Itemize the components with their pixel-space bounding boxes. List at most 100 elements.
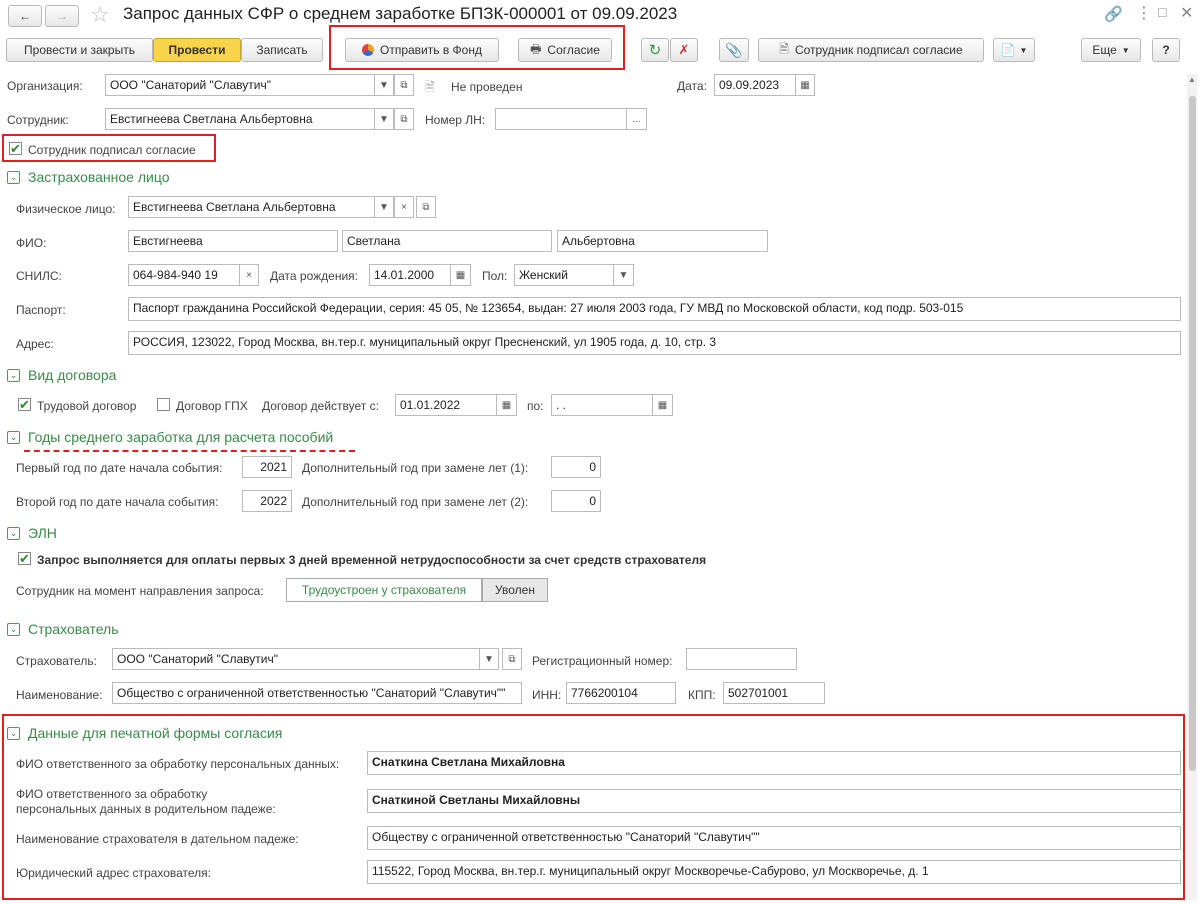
add-year2-field[interactable]: 0	[551, 490, 601, 512]
birth-label: Дата рождения:	[270, 269, 358, 283]
date-calendar-button[interactable]: ▦	[795, 74, 815, 96]
resp-label: ФИО ответственного за обработку персонал…	[16, 757, 340, 771]
attach-button[interactable]: 📎	[719, 38, 749, 62]
valid-to-field[interactable]: . .	[551, 394, 653, 416]
consent-button[interactable]: 🖶 Согласие	[518, 38, 612, 62]
resp-gen-label-line1: ФИО ответственного за обработку	[16, 787, 208, 801]
passport-field[interactable]: Паспорт гражданина Российской Федерации,…	[128, 297, 1181, 321]
employee-dropdown[interactable]: ▼	[374, 108, 394, 130]
employee-signed-button[interactable]: 🗎 Сотрудник подписал согласие	[758, 38, 984, 62]
open-icon: ⧉	[508, 653, 516, 665]
chevron-down-icon: ▼	[379, 79, 389, 91]
valid-from-label: Договор действует с:	[262, 399, 379, 413]
date-label: Дата:	[677, 79, 707, 93]
insurer-field[interactable]: ООО "Санаторий "Славутич"	[112, 648, 480, 670]
snils-clear-button[interactable]: ×	[239, 264, 259, 286]
clear-x-icon: ×	[246, 269, 252, 281]
gph-contract-label: Договор ГПХ	[176, 399, 248, 413]
back-button[interactable]: ←	[8, 5, 42, 27]
org-field[interactable]: ООО "Санаторий "Славутич"	[105, 74, 375, 96]
report-menu-button[interactable]: 📄 ▼	[993, 38, 1035, 62]
send-to-fund-button[interactable]: Отправить в Фонд	[345, 38, 499, 62]
scrollbar-up-arrow[interactable]: ▲	[1188, 75, 1196, 84]
post-button[interactable]: Провести	[153, 38, 241, 62]
favorite-star-icon[interactable]: ☆	[90, 2, 110, 28]
collapse-icon: ⌄	[7, 726, 20, 740]
add-year1-field[interactable]: 0	[551, 456, 601, 478]
insurer-name-field[interactable]: Общество с ограниченной ответственностью…	[112, 682, 522, 704]
employee-open-button[interactable]: ⧉	[394, 108, 414, 130]
org-dropdown[interactable]: ▼	[374, 74, 394, 96]
reg-number-field[interactable]	[686, 648, 797, 670]
gender-label: Пол:	[482, 269, 508, 283]
resp-gen-field[interactable]: Снаткиной Светланы Михайловны	[367, 789, 1181, 813]
post-and-close-button[interactable]: Провести и закрыть	[6, 38, 153, 62]
collapse-icon: ⌄	[7, 368, 20, 382]
last-name-field[interactable]: Евстигнеева	[128, 230, 338, 252]
section-contract[interactable]: ⌄ Вид договора	[7, 367, 116, 383]
first-year-label: Первый год по дате начала события:	[16, 461, 223, 475]
address-field[interactable]: РОССИЯ, 123022, Город Москва, вн.тер.г. …	[128, 331, 1181, 355]
document-status-icon: 🗎	[425, 80, 435, 94]
snils-field[interactable]: 064-984-940 19	[128, 264, 240, 286]
valid-to-calendar-button[interactable]: ▦	[652, 394, 673, 416]
collapse-icon: ⌄	[7, 622, 20, 636]
first-name-field[interactable]: Светлана	[342, 230, 552, 252]
second-year-field[interactable]: 2022	[242, 490, 292, 512]
person-dropdown[interactable]: ▼	[374, 196, 394, 218]
person-clear-button[interactable]: ×	[394, 196, 414, 218]
middle-name-field[interactable]: Альбертовна	[557, 230, 768, 252]
gender-dropdown[interactable]: ▼	[613, 264, 634, 286]
inn-label: ИНН:	[532, 688, 562, 702]
labor-contract-checkbox[interactable]: ✔	[18, 398, 31, 411]
refresh-button[interactable]: ↻	[641, 38, 669, 62]
kpp-field[interactable]: 502701001	[723, 682, 825, 704]
close-icon[interactable]: ✕	[1180, 3, 1193, 23]
insurer-open-button[interactable]: ⧉	[502, 648, 522, 670]
forward-button[interactable]: →	[45, 5, 79, 27]
ln-select-button[interactable]: ...	[626, 108, 647, 130]
chevron-down-icon: ▼	[618, 269, 629, 281]
collapse-icon: ⌄	[7, 430, 20, 444]
inn-field[interactable]: 7766200104	[566, 682, 676, 704]
calendar-icon: ▦	[455, 269, 466, 281]
chevron-down-icon: ▼	[484, 653, 494, 665]
gender-field[interactable]: Женский	[514, 264, 614, 286]
more-button[interactable]: Еще ▼	[1081, 38, 1141, 62]
person-open-button[interactable]: ⧉	[416, 196, 436, 218]
section-insurer[interactable]: ⌄ Страхователь	[7, 621, 119, 637]
status-text: Не проведен	[451, 80, 523, 94]
printer-icon: 🖶	[530, 41, 542, 56]
birth-calendar-button[interactable]: ▦	[450, 264, 471, 286]
legal-addr-label: Юридический адрес страхователя:	[16, 866, 211, 880]
birth-field[interactable]: 14.01.2000	[369, 264, 451, 286]
org-open-button[interactable]: ⧉	[394, 74, 414, 96]
first-year-field[interactable]: 2021	[242, 456, 292, 478]
link-icon[interactable]: 🔗	[1104, 5, 1123, 23]
gph-contract-checkbox[interactable]	[157, 398, 170, 411]
maximize-icon[interactable]: □	[1158, 4, 1166, 20]
scrollbar-thumb[interactable]	[1189, 96, 1196, 771]
ln-field[interactable]	[495, 108, 627, 130]
valid-from-calendar-button[interactable]: ▦	[496, 394, 517, 416]
section-insured[interactable]: ⌄ Застрахованное лицо	[7, 169, 169, 185]
section-years[interactable]: ⌄ Годы среднего заработка для расчета пос…	[7, 429, 333, 445]
fired-toggle[interactable]: Уволен	[482, 578, 548, 602]
employed-toggle[interactable]: Трудоустроен у страхователя	[286, 578, 482, 602]
clear-button[interactable]: ✗	[670, 38, 698, 62]
section-print[interactable]: ⌄ Данные для печатной формы согласия	[7, 725, 282, 741]
date-field[interactable]: 09.09.2023	[714, 74, 796, 96]
resp-field[interactable]: Снаткина Светлана Михайловна	[367, 751, 1181, 775]
insurer-dropdown[interactable]: ▼	[479, 648, 499, 670]
employee-field[interactable]: Евстигнеева Светлана Альбертовна	[105, 108, 375, 130]
legal-addr-field[interactable]: 115522, Город Москва, вн.тер.г. муниципа…	[367, 860, 1181, 884]
first3days-checkbox[interactable]: ✔	[18, 552, 31, 565]
write-button[interactable]: Записать	[241, 38, 323, 62]
help-button[interactable]: ?	[1152, 38, 1180, 62]
person-field[interactable]: Евстигнеева Светлана Альбертовна	[128, 196, 375, 218]
signed-checkbox[interactable]: ✔	[9, 142, 22, 155]
valid-from-field[interactable]: 01.01.2022	[395, 394, 497, 416]
section-eln[interactable]: ⌄ ЭЛН	[7, 525, 57, 541]
more-dots-icon[interactable]: ⋮	[1136, 3, 1152, 23]
insurer-dat-field[interactable]: Обществу с ограниченной ответственностью…	[367, 826, 1181, 850]
